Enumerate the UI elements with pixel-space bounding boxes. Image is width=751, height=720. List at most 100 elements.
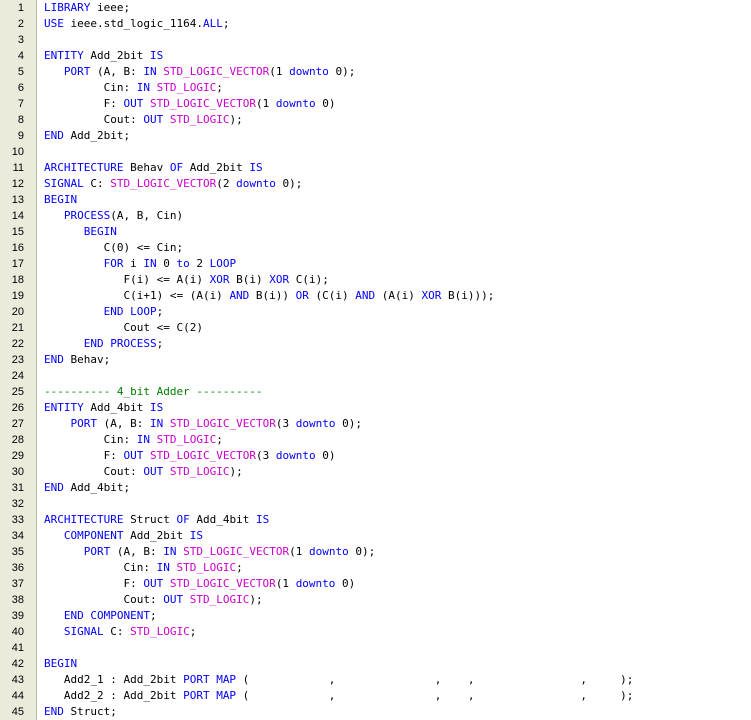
- code-line[interactable]: 32: [0, 496, 751, 512]
- code-line[interactable]: 35 PORT (A, B: IN STD_LOGIC_VECTOR(1 dow…: [0, 544, 751, 560]
- text-token: (3: [275, 417, 296, 430]
- code-line[interactable]: 41: [0, 640, 751, 656]
- code-line[interactable]: 17 FOR i IN 0 to 2 LOOP: [0, 256, 751, 272]
- keyword-token: END: [44, 481, 64, 494]
- code-line[interactable]: 20 END LOOP;: [0, 304, 751, 320]
- code-line[interactable]: 11 ARCHITECTURE Behav OF Add_2bit IS: [0, 160, 751, 176]
- code-line[interactable]: 15 BEGIN: [0, 224, 751, 240]
- code-line[interactable]: 6 Cin: IN STD_LOGIC;: [0, 80, 751, 96]
- text-token: (1: [289, 545, 309, 558]
- line-number: 4: [17, 50, 24, 62]
- text-token: ;: [189, 625, 197, 638]
- code-line[interactable]: 36 Cin: IN STD_LOGIC;: [0, 560, 751, 576]
- text-token: );: [229, 113, 243, 126]
- line-code: Cin: IN STD_LOGIC;: [44, 80, 223, 96]
- line-code: BEGIN: [44, 656, 77, 672]
- line-number: 36: [11, 562, 24, 574]
- keyword-token: OUT: [123, 97, 144, 110]
- line-code: Add2_1 : Add_2bit PORT MAP ( , , , , );: [44, 672, 634, 688]
- code-line[interactable]: 40 SIGNAL C: STD_LOGIC;: [0, 624, 751, 640]
- code-line[interactable]: 31 END Add_4bit;: [0, 480, 751, 496]
- code-line[interactable]: 44 Add2_2 : Add_2bit PORT MAP ( , , , , …: [0, 688, 751, 704]
- code-line[interactable]: 25 ---------- 4_bit Adder ----------: [0, 384, 751, 400]
- keyword-token: OUT: [143, 577, 164, 590]
- line-code: END PROCESS;: [44, 336, 163, 352]
- code-line[interactable]: 13 BEGIN: [0, 192, 751, 208]
- code-line[interactable]: 10: [0, 144, 751, 160]
- code-line[interactable]: 19 C(i+1) <= (A(i) AND B(i)) OR (C(i) AN…: [0, 288, 751, 304]
- text-token: Struct;: [63, 705, 117, 718]
- line-number: 25: [11, 386, 24, 398]
- line-code: PORT (A, B: IN STD_LOGIC_VECTOR(3 downto…: [44, 416, 362, 432]
- comment-token: ---------- 4_bit Adder ----------: [44, 385, 263, 398]
- line-number: 13: [11, 194, 24, 206]
- code-line[interactable]: 42 BEGIN: [0, 656, 751, 672]
- type-token: STD_LOGIC: [169, 465, 230, 478]
- code-line[interactable]: 3: [0, 32, 751, 48]
- code-editor[interactable]: 1 LIBRARY ieee; 2 USE ieee.std_logic_1164.A…: [0, 0, 751, 720]
- line-number: 14: [11, 210, 24, 222]
- line-number: 12: [11, 178, 24, 190]
- type-token: STD_LOGIC_VECTOR: [149, 97, 256, 110]
- keyword-token: ARCHITECTURE: [44, 513, 124, 526]
- code-line[interactable]: 8 Cout: OUT STD_LOGIC);: [0, 112, 751, 128]
- code-line[interactable]: 28 Cin: IN STD_LOGIC;: [0, 432, 751, 448]
- code-line[interactable]: 1 LIBRARY ieee;: [0, 0, 751, 16]
- code-line[interactable]: 38 Cout: OUT STD_LOGIC);: [0, 592, 751, 608]
- code-line[interactable]: 5 PORT (A, B: IN STD_LOGIC_VECTOR(1 down…: [0, 64, 751, 80]
- text-token: 0: [156, 257, 177, 270]
- line-number: 45: [11, 706, 24, 718]
- code-line[interactable]: 45 END Struct;: [0, 704, 751, 720]
- code-line[interactable]: 30 Cout: OUT STD_LOGIC);: [0, 464, 751, 480]
- code-line[interactable]: 21 Cout <= C(2): [0, 320, 751, 336]
- code-line[interactable]: 4 ENTITY Add_2bit IS: [0, 48, 751, 64]
- code-line[interactable]: 18 F(i) <= A(i) XOR B(i) XOR C(i);: [0, 272, 751, 288]
- code-line[interactable]: 16 C(0) <= Cin;: [0, 240, 751, 256]
- line-code: F: OUT STD_LOGIC_VECTOR(1 downto 0): [44, 576, 355, 592]
- code-line[interactable]: 26 ENTITY Add_4bit IS: [0, 400, 751, 416]
- code-line[interactable]: 2 USE ieee.std_logic_1164.ALL;: [0, 16, 751, 32]
- code-line[interactable]: 7 F: OUT STD_LOGIC_VECTOR(1 downto 0): [0, 96, 751, 112]
- text-token: C:: [83, 177, 111, 190]
- code-line[interactable]: 22 END PROCESS;: [0, 336, 751, 352]
- line-number: 3: [17, 34, 24, 46]
- keyword-token: downto: [295, 577, 336, 590]
- code-line[interactable]: 12 SIGNAL C: STD_LOGIC_VECTOR(2 downto 0)…: [0, 176, 751, 192]
- code-line[interactable]: 14 PROCESS(A, B, Cin): [0, 208, 751, 224]
- text-token: ( , , , , );: [236, 673, 634, 686]
- line-number: 23: [11, 354, 24, 366]
- code-line[interactable]: 29 F: OUT STD_LOGIC_VECTOR(3 downto 0): [0, 448, 751, 464]
- text-token: (A, B:: [90, 65, 144, 78]
- code-line[interactable]: 27 PORT (A, B: IN STD_LOGIC_VECTOR(3 dow…: [0, 416, 751, 432]
- code-line[interactable]: 34 COMPONENT Add_2bit IS: [0, 528, 751, 544]
- text-token: ieee.std_logic_1164.: [63, 17, 203, 30]
- line-number: 16: [11, 242, 24, 254]
- text-token: 0);: [275, 177, 303, 190]
- keyword-token: downto: [289, 65, 329, 78]
- line-number: 29: [11, 450, 24, 462]
- code-line[interactable]: 24: [0, 368, 751, 384]
- code-line[interactable]: 23 END Behav;: [0, 352, 751, 368]
- type-token: STD_LOGIC_VECTOR: [169, 577, 276, 590]
- keyword-token: downto: [236, 177, 276, 190]
- line-number: 8: [17, 114, 24, 126]
- text-token: (1: [269, 65, 290, 78]
- keyword-token: OUT: [143, 113, 164, 126]
- code-line[interactable]: 37 F: OUT STD_LOGIC_VECTOR(1 downto 0): [0, 576, 751, 592]
- code-line[interactable]: 43 Add2_1 : Add_2bit PORT MAP ( , , , , …: [0, 672, 751, 688]
- keyword-token: END: [44, 705, 64, 718]
- line-number: 11: [12, 162, 24, 174]
- code-line[interactable]: 39 END COMPONENT;: [0, 608, 751, 624]
- line-code: C(i+1) <= (A(i) AND B(i)) OR (C(i) AND (…: [44, 288, 494, 304]
- code-line[interactable]: 9 END Add_2bit;: [0, 128, 751, 144]
- text-token: 2: [189, 257, 210, 270]
- code-line[interactable]: 33 ARCHITECTURE Struct OF Add_4bit IS: [0, 512, 751, 528]
